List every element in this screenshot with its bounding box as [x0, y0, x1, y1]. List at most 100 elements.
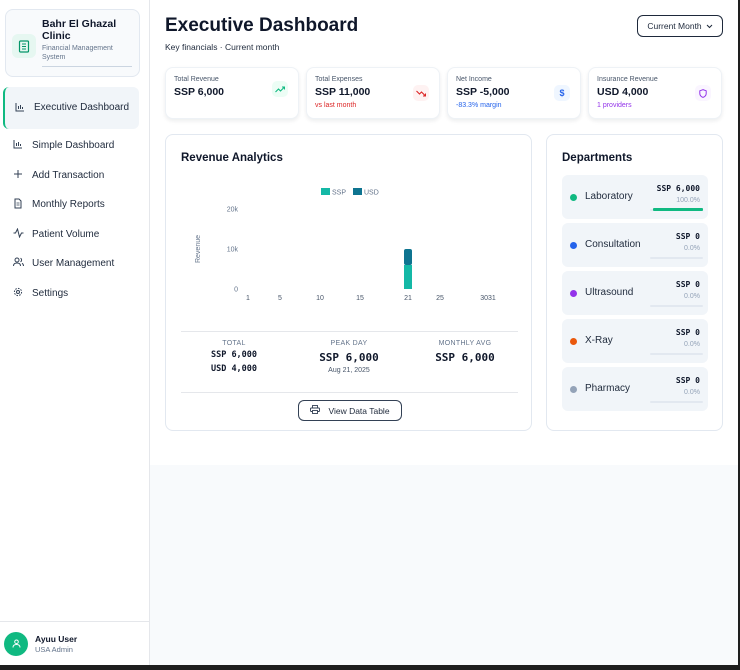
sidebar-item-label: Executive Dashboard	[34, 102, 130, 113]
divider	[42, 66, 132, 67]
progress-fill	[653, 208, 703, 211]
view-data-table-button[interactable]: View Data Table	[298, 400, 402, 421]
department-percent: 0.0%	[684, 389, 700, 396]
avatar	[4, 631, 28, 656]
kpi-label: Net Income	[456, 76, 492, 83]
stat-label: MONTHLY AVG	[438, 340, 492, 347]
card-title: Departments	[562, 152, 633, 164]
department-row-consultation[interactable]: Consultation SSP 0 0.0%	[562, 223, 708, 267]
sidebar-item-label: Patient Volume	[32, 228, 100, 240]
status-dot	[570, 386, 577, 393]
legend-label: SSP	[332, 190, 346, 197]
department-row-laboratory[interactable]: Laboratory SSP 6,000 100.0%	[562, 175, 708, 219]
kpi-note: -83.3% margin	[456, 102, 502, 109]
kpi-card-total-expenses: Total Expenses SSP 11,000 vs last month	[306, 67, 440, 119]
activity-icon	[12, 227, 24, 241]
page-title: Executive Dashboard	[165, 15, 359, 36]
status-dot	[570, 338, 577, 345]
sidebar-item-settings[interactable]: Settings	[0, 279, 149, 309]
shield-icon	[695, 85, 711, 101]
stat-value: SSP 6,000	[435, 351, 495, 364]
stat-value: SSP 6,000	[319, 351, 379, 364]
document-icon	[12, 198, 24, 212]
stat-label: PEAK DAY	[330, 340, 368, 347]
revenue-chart: SSP USD20k10k0Revenue1 5 10 15 21 25 3031	[195, 188, 496, 302]
dollar-icon: $	[554, 85, 570, 101]
bar-chart-icon	[14, 102, 26, 115]
gear-icon	[12, 287, 24, 300]
revenue-stats: TOTAL SSP 6,000 USD 4,000 PEAK DAY SSP 6…	[181, 331, 518, 393]
sidebar-nav: Executive Dashboard Simple Dashboard Add…	[0, 87, 149, 308]
department-name: Laboratory	[585, 191, 633, 202]
user-profile[interactable]: Ayuu User USA Admin	[0, 621, 149, 665]
department-name: X-Ray	[585, 335, 613, 346]
progress-track	[650, 353, 703, 355]
x-tick-label: 3031	[480, 295, 496, 302]
x-tick-label: 15	[356, 295, 364, 302]
trending-down-icon	[413, 85, 429, 101]
app-window: Bahr El Ghazal Clinic Financial Manageme…	[0, 0, 740, 670]
department-row-pharmacy[interactable]: Pharmacy SSP 0 0.0%	[562, 367, 708, 411]
trending-up-icon	[272, 81, 288, 97]
status-dot	[570, 242, 577, 249]
sidebar-item-monthly-reports[interactable]: Monthly Reports	[0, 190, 149, 220]
x-tick-label: 10	[316, 295, 324, 302]
kpi-note: vs last month	[315, 102, 357, 109]
kpi-label: Insurance Revenue	[597, 76, 658, 83]
x-tick-label: 25	[436, 295, 444, 302]
department-name: Ultrasound	[585, 287, 634, 298]
department-amount: SSP 0	[675, 232, 700, 241]
legend-label: USD	[364, 190, 379, 197]
department-row-x-ray[interactable]: X-Ray SSP 0 0.0%	[562, 319, 708, 363]
users-icon	[12, 257, 24, 270]
sidebar-item-label: Add Transaction	[32, 169, 105, 181]
sidebar-item-label: Simple Dashboard	[32, 140, 115, 152]
window-bottom-edge	[0, 665, 740, 670]
sidebar-item-label: Monthly Reports	[32, 199, 105, 211]
brand-subtitle: Financial Management System	[42, 45, 113, 61]
department-list: Laboratory SSP 6,000 100.0% Consultation…	[562, 175, 708, 415]
bar-chart-icon	[12, 139, 24, 152]
department-percent: 100.0%	[676, 197, 700, 204]
department-amount: SSP 0	[675, 376, 700, 385]
stat-value-usd: USD 4,000	[210, 364, 258, 374]
x-tick-label: 21	[404, 295, 412, 302]
brand-card: Bahr El Ghazal Clinic Financial Manageme…	[5, 9, 140, 77]
printer-icon	[310, 405, 321, 416]
stat-value-ssp: SSP 6,000	[210, 350, 258, 360]
legend-swatch	[353, 188, 362, 195]
kpi-note: 1 providers	[597, 102, 632, 109]
stat-date: Aug 21, 2025	[328, 367, 370, 374]
plus-icon	[12, 169, 24, 182]
sidebar-item-add-transaction[interactable]: Add Transaction	[0, 161, 149, 191]
period-label: Current Month	[647, 21, 702, 31]
sidebar-item-user-management[interactable]: User Management	[0, 249, 149, 279]
progress-track	[650, 257, 703, 259]
department-amount: SSP 6,000	[656, 184, 700, 193]
sidebar-item-label: User Management	[32, 258, 115, 270]
y-tick-label: 20k	[227, 207, 239, 214]
kpi-row: Total Revenue SSP 6,000 Total Expenses S…	[165, 67, 722, 119]
button-label: View Data Table	[328, 405, 390, 416]
chevron-down-icon	[706, 21, 713, 31]
progress-track	[650, 401, 703, 403]
brand-name: Bahr El Ghazal Clinic	[42, 18, 117, 42]
departments-card: Departments Laboratory SSP 6,000 100.0% …	[546, 134, 723, 431]
progress-track	[650, 305, 703, 307]
department-row-ultrasound[interactable]: Ultrasound SSP 0 0.0%	[562, 271, 708, 315]
status-dot	[570, 290, 577, 297]
user-name: Ayuu User	[35, 633, 78, 644]
y-axis-label: Revenue	[195, 235, 202, 263]
stat-monthly-avg: MONTHLY AVG SSP 6,000	[410, 340, 520, 366]
department-percent: 0.0%	[684, 293, 700, 300]
kpi-card-total-revenue: Total Revenue SSP 6,000	[165, 67, 299, 119]
sidebar-item-patient-volume[interactable]: Patient Volume	[0, 220, 149, 250]
kpi-label: Total Expenses	[315, 76, 363, 83]
period-select[interactable]: Current Month	[637, 15, 723, 37]
bar-ssp	[404, 265, 412, 289]
sidebar-item-simple-dashboard[interactable]: Simple Dashboard	[0, 131, 149, 161]
x-tick-label: 1	[246, 295, 250, 302]
page-subtitle: Key financials · Current month	[165, 42, 280, 52]
legend-swatch	[321, 188, 330, 195]
sidebar-item-executive-dashboard[interactable]: Executive Dashboard	[3, 87, 139, 129]
